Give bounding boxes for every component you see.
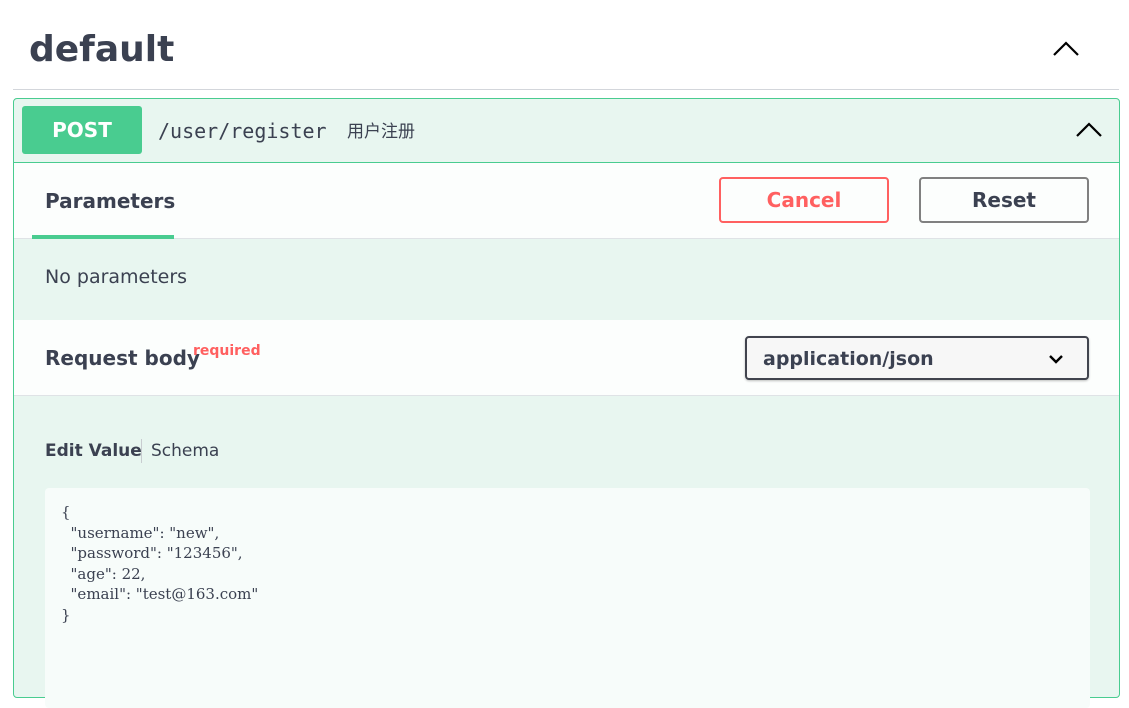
operation-description: 用户注册 [347,122,415,142]
request-body-title: Request body [45,346,200,370]
tab-parameters[interactable]: Parameters [32,163,176,239]
parameters-header: Parameters Cancel Reset [14,163,1119,239]
tab-parameters-label: Parameters [45,189,176,213]
method-badge: POST [22,106,142,154]
cancel-button[interactable]: Cancel [719,177,889,223]
tab-edit-value[interactable]: Edit Value [45,437,142,465]
tag-title: default [29,29,175,70]
operation-path: /user/register [158,119,327,143]
chevron-up-icon[interactable] [1074,115,1104,145]
no-parameters-text: No parameters [45,266,188,288]
content-type-value: application/json [763,348,934,370]
tab-schema[interactable]: Schema [151,437,219,465]
content-type-select[interactable]: application/json [745,336,1089,380]
required-badge: required [193,343,261,359]
tab-divider [141,439,142,463]
chevron-up-icon[interactable] [1051,34,1081,64]
operation-block: POST /user/register 用户注册 Parameters Canc… [13,98,1120,708]
request-body-header: Request body required application/json [14,320,1119,396]
request-body-editor[interactable]: { "username": "new", "password": "123456… [45,488,1090,708]
chevron-down-icon [1049,355,1063,364]
tag-section-header[interactable]: default [13,0,1119,90]
reset-button[interactable]: Reset [919,177,1089,223]
operation-summary[interactable]: POST /user/register 用户注册 [14,99,1119,163]
